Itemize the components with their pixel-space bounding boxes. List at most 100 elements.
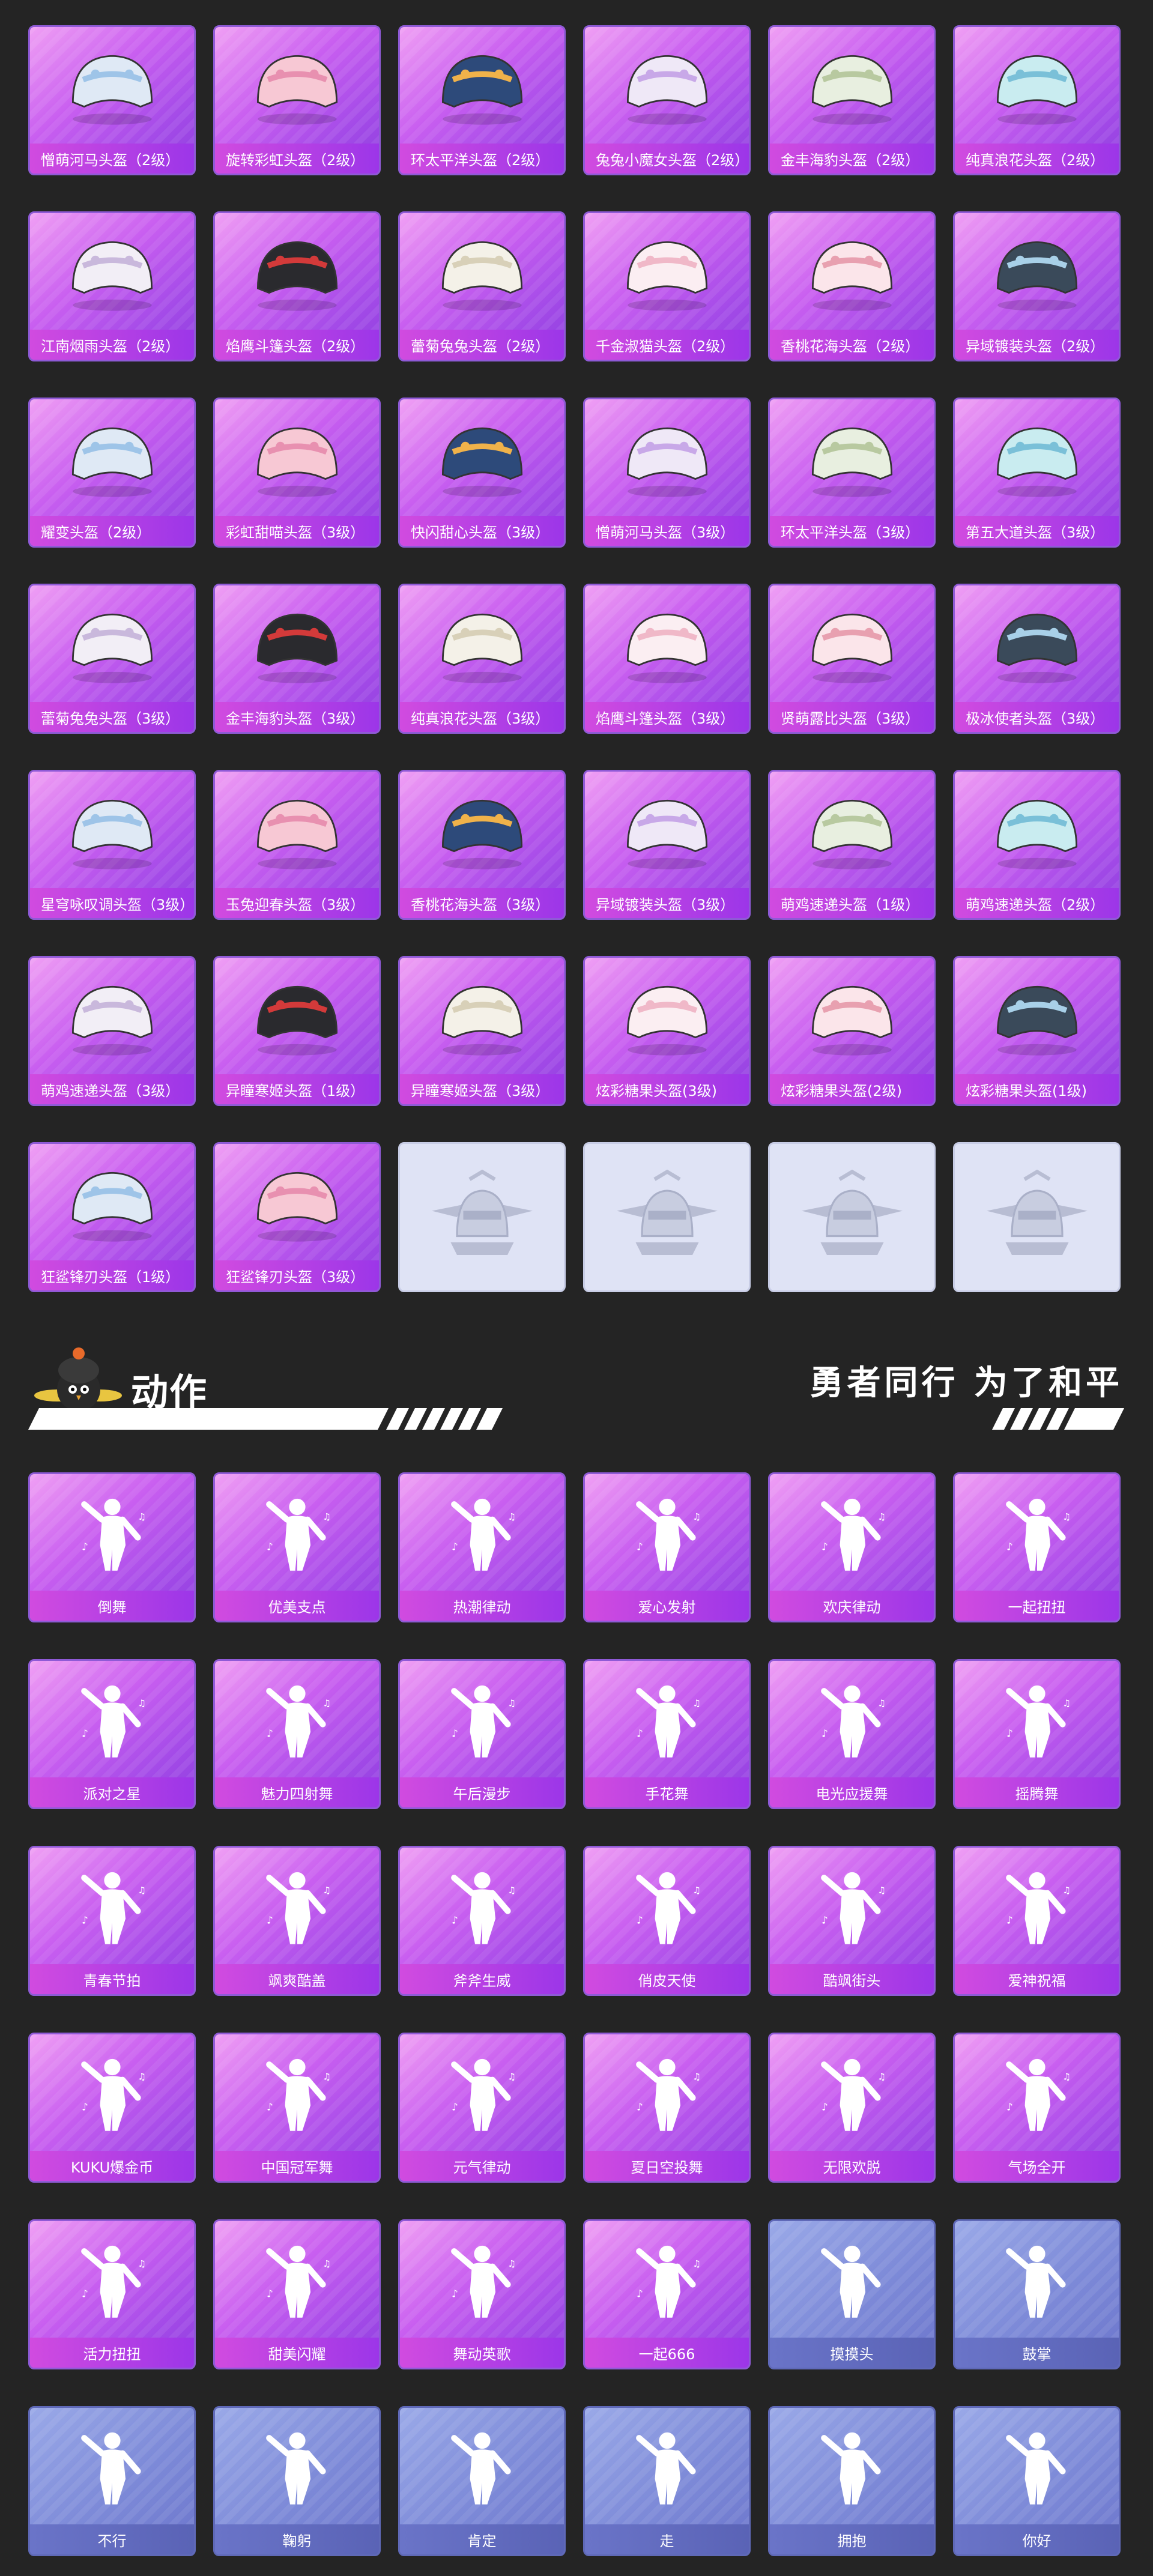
helmet-card[interactable]: 玉兔迎春头盔（3级）	[213, 770, 381, 920]
helmet-card[interactable]: 快闪甜心头盔（3级）	[398, 398, 566, 548]
helmet-card[interactable]: 耀变头盔（2级）	[28, 398, 196, 548]
helmet-card[interactable]: 萌鸡速递头盔（2级）	[953, 770, 1121, 920]
helmet-card[interactable]: 旋转彩虹头盔（2级）	[213, 25, 381, 175]
card-art	[955, 399, 1119, 516]
placeholder-card[interactable]	[398, 1142, 566, 1292]
helmet-icon	[626, 55, 707, 125]
helmet-card[interactable]: 异域镀装头盔（3级）	[583, 770, 751, 920]
helmet-card[interactable]: 环太平洋头盔（2级）	[398, 25, 566, 175]
helmet-card[interactable]: 彩虹甜喵头盔（3级）	[213, 398, 381, 548]
emote-card[interactable]: 你好	[953, 2406, 1121, 2556]
helmet-card[interactable]: 纯真浪花头盔（2级）	[953, 25, 1121, 175]
emote-card[interactable]: ♪ ♫ 爱神祝福	[953, 1846, 1121, 1996]
placeholder-card[interactable]	[768, 1142, 936, 1292]
emote-card[interactable]: ♪ ♫ 一起666	[583, 2219, 751, 2369]
card-art: ♪ ♫	[215, 1848, 379, 1964]
helmet-card[interactable]: 江南烟雨头盔（2级）	[28, 211, 196, 361]
card-art	[585, 2408, 749, 2524]
helmet-card[interactable]: 萌鸡速递头盔（3级）	[28, 956, 196, 1106]
helmet-card[interactable]: 焰鹰斗篷头盔（2级）	[213, 211, 381, 361]
emote-card[interactable]: ♪ ♫ 青春节拍	[28, 1846, 196, 1996]
helmet-card[interactable]: 异域镀装头盔（2级）	[953, 211, 1121, 361]
emote-card[interactable]: ♪ ♫ 斧斧生威	[398, 1846, 566, 1996]
emote-card[interactable]: ♪ ♫ 舞动英歌	[398, 2219, 566, 2369]
emote-card[interactable]: ♪ ♫ 气场全开	[953, 2033, 1121, 2183]
emote-card[interactable]: ♪ ♫ 中国冠军舞	[213, 2033, 381, 2183]
helmet-card[interactable]: 环太平洋头盔（3级）	[768, 398, 936, 548]
card-art	[585, 585, 749, 702]
placeholder-card[interactable]	[953, 1142, 1121, 1292]
helmet-card[interactable]: 千金淑猫头盔（2级）	[583, 211, 751, 361]
emote-card[interactable]: ♪ ♫ 欢庆律动	[768, 1472, 936, 1622]
emote-card[interactable]: 不行	[28, 2406, 196, 2556]
emote-card[interactable]: ♪ ♫ 甜美闪耀	[213, 2219, 381, 2369]
emote-label: 青春节拍	[30, 1964, 194, 1994]
emote-card[interactable]: ♪ ♫ 电光应援舞	[768, 1659, 936, 1809]
emote-card[interactable]: ♪ ♫ 俏皮天使	[583, 1846, 751, 1996]
emote-card[interactable]: ♪ ♫ 魅力四射舞	[213, 1659, 381, 1809]
helmet-card[interactable]: 星穹咏叹调头盔（3级）	[28, 770, 196, 920]
helmet-label: 旋转彩虹头盔（2级）	[215, 144, 379, 174]
helmet-card[interactable]: 炫彩糖果头盔(1级)	[953, 956, 1121, 1106]
helmet-label: 金丰海豹头盔（3级）	[215, 702, 379, 732]
emote-card[interactable]: 走	[583, 2406, 751, 2556]
helmet-card[interactable]: 憎萌河马头盔（2级）	[28, 25, 196, 175]
helmet-card[interactable]: 兔兔小魔女头盔（2级）	[583, 25, 751, 175]
placeholder-card[interactable]	[583, 1142, 751, 1292]
helmet-label: 焰鹰斗篷头盔（2级）	[215, 330, 379, 360]
emote-card[interactable]: 拥抱	[768, 2406, 936, 2556]
helmet-card[interactable]: 异瞳寒姬头盔（3级）	[398, 956, 566, 1106]
emote-card[interactable]: ♪ ♫ 倒舞	[28, 1472, 196, 1622]
helmet-card[interactable]: 金丰海豹头盔（2级）	[768, 25, 936, 175]
helmet-card[interactable]: 第五大道头盔（3级）	[953, 398, 1121, 548]
emote-card[interactable]: 肯定	[398, 2406, 566, 2556]
emote-card[interactable]: ♪ ♫ KUKU爆金币	[28, 2033, 196, 2183]
helmet-icon	[996, 613, 1077, 683]
svg-text:♫: ♫	[322, 2258, 331, 2269]
emote-label: 飒爽酷盖	[215, 1964, 379, 1994]
emote-card[interactable]: ♪ ♫ 热潮律动	[398, 1472, 566, 1622]
helmet-card[interactable]: 纯真浪花头盔（3级）	[398, 584, 566, 734]
helmet-card[interactable]: 异瞳寒姬头盔（1级）	[213, 956, 381, 1106]
emote-figure-icon: ♪♫	[80, 1872, 146, 1944]
helmet-card[interactable]: 炫彩糖果头盔(2级)	[768, 956, 936, 1106]
helmet-card[interactable]: 香桃花海头盔（3级）	[398, 770, 566, 920]
card-art: ♪ ♫	[955, 1661, 1119, 1777]
emote-card[interactable]: ♪ ♫ 派对之星	[28, 1659, 196, 1809]
emote-card[interactable]: ♪ ♫ 活力扭扭	[28, 2219, 196, 2369]
helmet-card[interactable]: 蕾菊兔兔头盔（2级）	[398, 211, 566, 361]
helmet-card[interactable]: 焰鹰斗篷头盔（3级）	[583, 584, 751, 734]
helmet-card[interactable]: 狂鲨锋刃头盔（1级）	[28, 1142, 196, 1292]
emote-card[interactable]: ♪ ♫ 优美支点	[213, 1472, 381, 1622]
card-art	[30, 1144, 194, 1260]
helmet-label: 纯真浪花头盔（2级）	[955, 144, 1119, 174]
helmet-icon	[441, 427, 522, 497]
card-art	[955, 27, 1119, 144]
emote-card[interactable]: ♪ ♫ 元气律动	[398, 2033, 566, 2183]
helmet-card[interactable]: 金丰海豹头盔（3级）	[213, 584, 381, 734]
helmet-icon	[811, 985, 892, 1056]
helmet-card[interactable]: 极冰使者头盔（3级）	[953, 584, 1121, 734]
helmet-icon	[71, 799, 153, 869]
helmet-label: 萌鸡速递头盔（1级）	[770, 888, 934, 918]
emote-label: 中国冠军舞	[215, 2151, 379, 2181]
emote-card[interactable]: 鼓掌	[953, 2219, 1121, 2369]
emote-card[interactable]: ♪ ♫ 无限欢脱	[768, 2033, 936, 2183]
emote-card[interactable]: ♪ ♫ 爱心发射	[583, 1472, 751, 1622]
emote-card[interactable]: 鞠躬	[213, 2406, 381, 2556]
emote-card[interactable]: ♪ ♫ 手花舞	[583, 1659, 751, 1809]
helmet-card[interactable]: 蕾菊兔兔头盔（3级）	[28, 584, 196, 734]
emote-card[interactable]: ♪ ♫ 酷飒街头	[768, 1846, 936, 1996]
emote-card[interactable]: 摸摸头	[768, 2219, 936, 2369]
helmet-card[interactable]: 香桃花海头盔（2级）	[768, 211, 936, 361]
emote-card[interactable]: ♪ ♫ 午后漫步	[398, 1659, 566, 1809]
helmet-card[interactable]: 萌鸡速递头盔（1级）	[768, 770, 936, 920]
emote-card[interactable]: ♪ ♫ 飒爽酷盖	[213, 1846, 381, 1996]
emote-card[interactable]: ♪ ♫ 夏日空投舞	[583, 2033, 751, 2183]
helmet-card[interactable]: 憎萌河马头盔（3级）	[583, 398, 751, 548]
helmet-card[interactable]: 狂鲨锋刃头盔（3级）	[213, 1142, 381, 1292]
helmet-card[interactable]: 贤萌露比头盔（3级）	[768, 584, 936, 734]
emote-card[interactable]: ♪ ♫ 摇腾舞	[953, 1659, 1121, 1809]
helmet-card[interactable]: 炫彩糖果头盔(3级)	[583, 956, 751, 1106]
emote-card[interactable]: ♪ ♫ 一起扭扭	[953, 1472, 1121, 1622]
